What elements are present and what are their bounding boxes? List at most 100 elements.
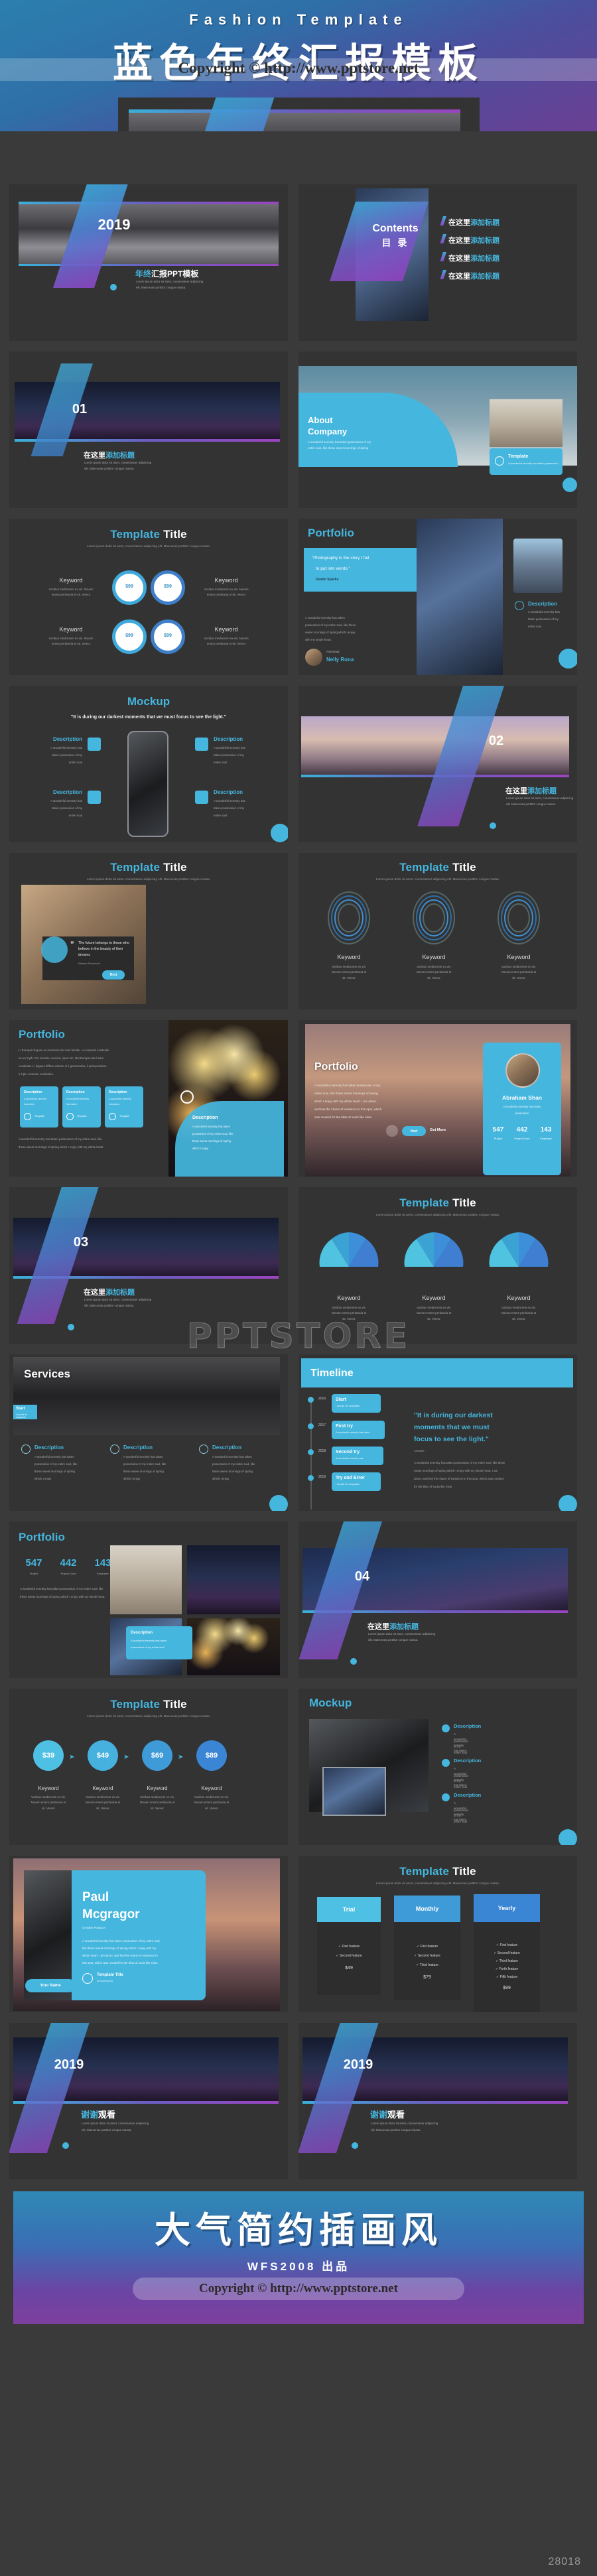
scroll-icon[interactable]	[490, 822, 496, 829]
contents-item[interactable]: 在这里添加标题	[440, 216, 499, 228]
item-a: 在这里	[448, 237, 470, 245]
your-name-button[interactable]: Your Name	[25, 1979, 76, 1992]
sub-b: elit. Maecenas porttitor congue massa.	[368, 1638, 419, 1642]
timeline-card[interactable]: Start I should be incapable	[332, 1394, 381, 1413]
plan-name: Monthly	[394, 1896, 460, 1922]
slide-profile[interactable]: Paul Mcgragor Creative Producer A wonder…	[9, 1856, 288, 2012]
card-title: Template	[508, 454, 529, 459]
stats-card[interactable]: Description A wonderful serenity has tak…	[126, 1626, 192, 1659]
keyword-desc-a: Vocibus mediocrem ex vis. Novum	[204, 588, 249, 591]
timeline-card[interactable]: Try and Error I should be incapable	[332, 1472, 381, 1491]
services-badge[interactable]: Start I should be incapable	[13, 1405, 37, 1419]
slide-section-02[interactable]: 02 在这里添加标题 Lorem ipsum dolor sit amet, c…	[298, 686, 577, 842]
search-icon[interactable]	[195, 791, 208, 804]
step-1[interactable]: $39	[33, 1740, 64, 1771]
pricing-plan-trial[interactable]: Trial ✓ First feature ✓ Second feature $…	[317, 1897, 381, 1995]
step-4[interactable]: $89	[196, 1740, 227, 1771]
check-icon	[515, 601, 524, 610]
slide-timeline[interactable]: Timeline 2016 Start I should be incapabl…	[298, 1354, 577, 1511]
last-name: Mcgragor	[82, 1907, 140, 1921]
cover-slide[interactable]: 2019 年终汇报PPT模板 Lorem ipsum dolor sit ame…	[118, 97, 480, 131]
next-button[interactable]: Next	[102, 970, 125, 980]
contents-item[interactable]: 在这里添加标题	[440, 234, 499, 246]
section-title-b: 添加标题	[105, 1289, 135, 1297]
slide-four-circles[interactable]: Template Title Lorem ipsum dolor sit ame…	[9, 519, 288, 675]
timeline-card[interactable]: First try A wonderful serenity has taken	[332, 1421, 385, 1439]
card-2[interactable]: Description A wonderful serenity has tak…	[62, 1086, 101, 1127]
d1: Vocibus mediocrem ex vis.	[501, 1306, 536, 1309]
rule-top	[19, 202, 279, 204]
about-card[interactable]: Template A wonderful serenity has taken …	[490, 448, 563, 475]
slide-portfolio-stats[interactable]: Portfolio 547 442 143 Project Project Do…	[9, 1521, 288, 1678]
sub-a: Lorem ipsum dolor sit amet, consectetuer…	[506, 797, 574, 800]
slide-about-company[interactable]: About Company A wonderful serenity has t…	[298, 352, 577, 508]
title-a: Template	[110, 861, 161, 873]
scroll-icon[interactable]	[62, 2142, 69, 2149]
desc-a: A wonderful serenity has	[214, 746, 245, 749]
quote-a: The future belongs to those who	[78, 941, 130, 945]
contents-item[interactable]: 在这里添加标题	[440, 252, 499, 264]
feature: ✓ Third feature	[416, 1963, 438, 1967]
card-1[interactable]: Description A wonderful serenity has tak…	[20, 1086, 58, 1127]
feature: ✓ First feature	[416, 1945, 438, 1949]
desc-title: Description	[52, 736, 82, 742]
stat-value: 547	[492, 1126, 504, 1133]
slide-pricing[interactable]: Template Title Lorem ipsum dolor sit ame…	[298, 1856, 577, 2012]
label: Keyword	[147, 1785, 168, 1791]
quote-b: to put into words."	[316, 566, 350, 571]
slide-thanks-2[interactable]: 2019 谢谢观看 Lorem ipsum dolor sit amet, co…	[298, 2023, 577, 2179]
body-d: for the bliss of souls like mine.	[414, 1485, 453, 1488]
pricing-plan-yearly[interactable]: Yearly ✓ First feature ✓ Second feature …	[474, 1894, 540, 2012]
section-title-b: 添加标题	[527, 787, 557, 795]
d1: A wonderful serenity has taken	[34, 1455, 74, 1458]
database-icon[interactable]	[195, 738, 208, 751]
slide-portfolio-profile[interactable]: Portfolio A wonderful serenity has taken…	[298, 1020, 577, 1177]
body-b: es un myth. Por scientie, musica, sport …	[19, 1057, 104, 1060]
year-label: 2019	[98, 216, 131, 233]
play-icon[interactable]	[386, 1125, 398, 1137]
scroll-icon[interactable]	[350, 1658, 357, 1665]
slide-cover-2[interactable]: 2019 年终汇报PPT模板 Lorem ipsum dolor sit ame…	[9, 184, 288, 341]
slide-services[interactable]: Services Start I should be incapable Des…	[9, 1354, 288, 1511]
photo-tower	[417, 519, 503, 675]
slide-thanks-1[interactable]: 2019 谢谢观看 Lorem ipsum dolor sit amet, co…	[9, 2023, 288, 2179]
slide-steps[interactable]: Template Title Lorem ipsum dolor sit ame…	[9, 1689, 288, 1845]
step-3[interactable]: $69	[142, 1740, 172, 1771]
about-corner-blob	[563, 478, 577, 492]
get-more-button[interactable]: Get More	[430, 1128, 446, 1132]
slide-contents[interactable]: Contents 目 录 在这里添加标题 在这里添加标题 在这里添加标题 在这里…	[298, 184, 577, 341]
step-2[interactable]: $49	[88, 1740, 118, 1771]
slide-section-03[interactable]: 03 在这里添加标题 Lorem ipsum dolor sit amet, c…	[9, 1187, 288, 1344]
scroll-icon[interactable]	[110, 284, 117, 290]
volume-icon[interactable]	[88, 791, 101, 804]
slide-rings[interactable]: Template Title Lorem ipsum dolor sit ame…	[298, 853, 577, 1009]
contents-item[interactable]: 在这里添加标题	[440, 270, 499, 282]
d1: Vocibus mediocrem ex vis.	[332, 965, 366, 968]
timeline-card[interactable]: Second try A wonderful serenity has	[332, 1447, 383, 1465]
d3: these sweet mornings of spring	[34, 1470, 75, 1473]
value-2: $99	[164, 584, 172, 589]
slide-section-01[interactable]: 01 在这里添加标题 Lorem ipsum dolor sit amet, c…	[9, 352, 288, 508]
keyword-desc-b: emem pertinacia et sit. Vereor	[206, 593, 246, 597]
slide-fans[interactable]: Template Title Lorem ipsum dolor sit ame…	[298, 1187, 577, 1344]
quote-author: Eleanor Roosevelt	[78, 962, 100, 965]
card-3[interactable]: Description A wonderful serenity has tak…	[105, 1086, 143, 1127]
body-a: A wonderful serenity has taken possessio…	[414, 1461, 505, 1464]
title-a: Template	[399, 1196, 450, 1209]
clock-icon	[82, 1973, 93, 1984]
slide-portfolio-quote[interactable]: Portfolio "Photography is the story I fa…	[298, 519, 577, 675]
next-button[interactable]: Next	[402, 1126, 426, 1136]
scroll-icon[interactable]	[352, 2142, 358, 2149]
slide-mockup-2[interactable]: Mockup Description A wonderful serenity …	[298, 1689, 577, 1845]
slide-quote-photo[interactable]: Template Title Lorem ipsum dolor sit ame…	[9, 853, 288, 1009]
pricing-plan-monthly[interactable]: Monthly ✓ First feature ✓ Second feature…	[394, 1896, 460, 2000]
feature: ✓ Second feature	[336, 1954, 362, 1958]
slide-mockup[interactable]: Mockup "It is during our darkest moments…	[9, 686, 288, 842]
body-a: A wonderful serenity has taken possessio…	[314, 1084, 381, 1087]
slide-portfolio-cards[interactable]: Portfolio Li Europan lingues es membres …	[9, 1020, 288, 1177]
share-icon[interactable]	[88, 738, 101, 751]
slide-row: Mockup "It is during our darkest moments…	[9, 686, 588, 842]
target-icon	[180, 1090, 194, 1104]
slide-section-04[interactable]: 04 在这里添加标题 Lorem ipsum dolor sit amet, c…	[298, 1521, 577, 1678]
scroll-icon[interactable]	[68, 1324, 74, 1330]
